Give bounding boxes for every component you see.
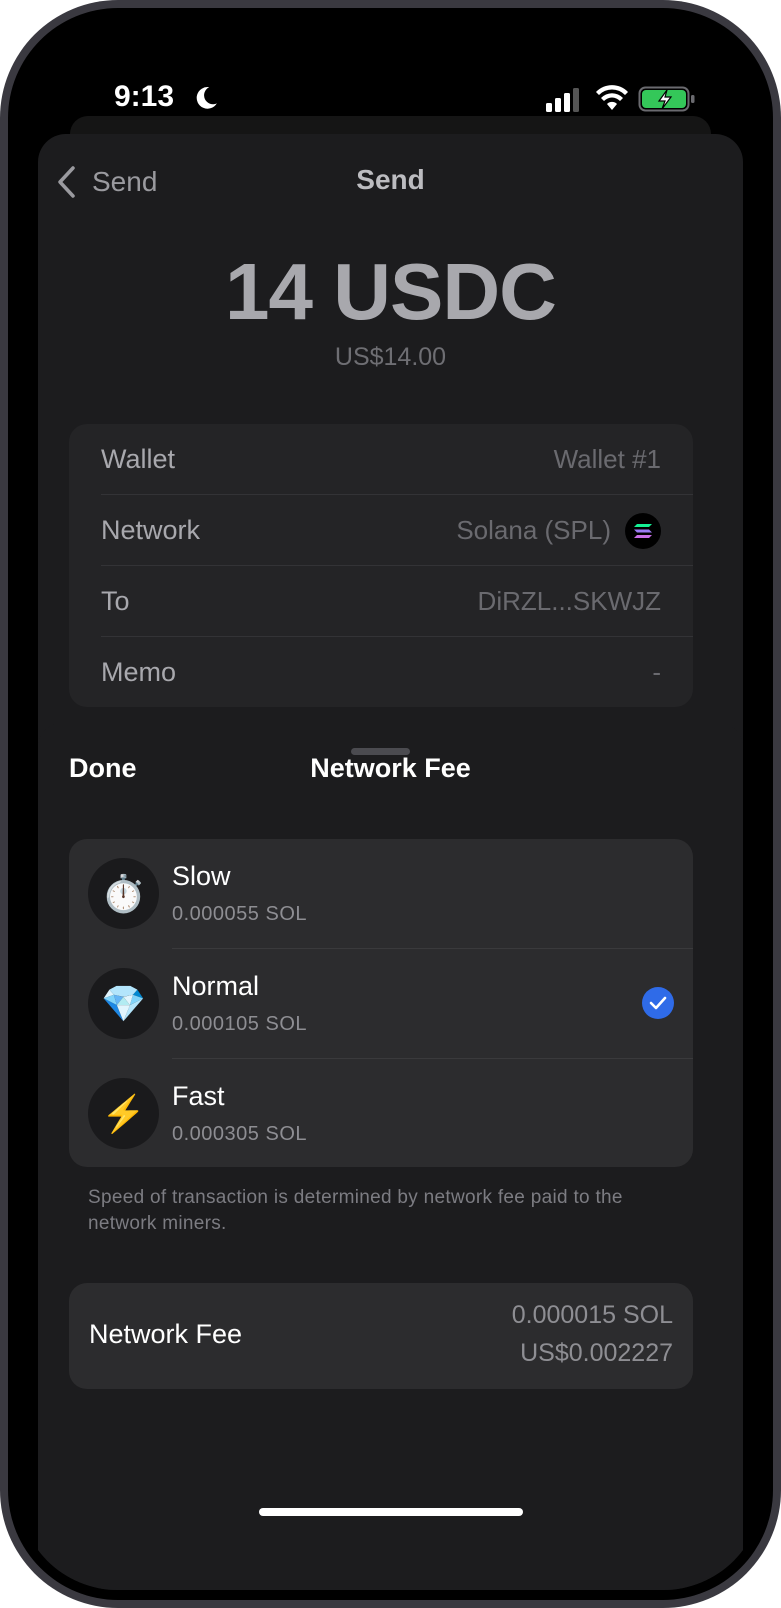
stopwatch-icon: ⏱️ — [88, 858, 159, 929]
detail-label: Network — [101, 515, 201, 545]
detail-value: DiRZL...SKWJZ — [477, 586, 661, 616]
detail-value: Wallet #1 — [553, 444, 661, 474]
send-amount: 14 USDC — [225, 247, 557, 336]
checkmark-icon — [642, 987, 674, 1019]
home-indicator[interactable] — [259, 1508, 523, 1516]
fee-option-name: Fast — [172, 1081, 225, 1111]
network-fee-summary: Network Fee 0.000015 SOL US$0.002227 — [69, 1283, 693, 1389]
cellular-signal-icon — [546, 88, 579, 112]
screen: 9:13 Send Send 14 USDC US$14.00 Wallet W… — [18, 18, 763, 1590]
detail-row-wallet: Wallet Wallet #1 — [101, 424, 661, 495]
detail-row-network: Network Solana (SPL) — [101, 495, 661, 566]
moon-icon — [196, 87, 217, 109]
detail-row-to: To DiRZL...SKWJZ — [101, 566, 661, 637]
send-amount-fiat: US$14.00 — [334, 343, 447, 371]
fee-option-amount: 0.000055 SOL — [172, 903, 307, 925]
gem-icon: 💎 — [88, 968, 159, 1039]
transaction-details: Wallet Wallet #1 Network Solana (SPL) To… — [69, 424, 693, 707]
lightning-icon: ⚡ — [88, 1078, 159, 1149]
battery-charging-icon — [638, 86, 695, 112]
fee-option-slow[interactable]: ⏱️ Slow 0.000055 SOL — [69, 839, 693, 948]
network-fee-sol: 0.000015 SOL — [511, 1301, 673, 1329]
fee-option-amount: 0.000305 SOL — [172, 1123, 307, 1145]
detail-value: Solana (SPL) — [456, 515, 611, 545]
detail-label: Memo — [101, 657, 177, 687]
detail-label: To — [101, 586, 130, 616]
fee-options-list: ⏱️ Slow 0.000055 SOL 💎 Normal 0.000105 S… — [69, 839, 693, 1167]
fee-hint-text: Speed of transaction is determined by ne… — [88, 1187, 623, 1234]
page-title: Send — [356, 164, 425, 195]
fee-option-amount: 0.000105 SOL — [172, 1013, 307, 1035]
fee-option-normal[interactable]: 💎 Normal 0.000105 SOL — [69, 949, 693, 1058]
network-fee-usd: US$0.002227 — [520, 1339, 673, 1367]
wifi-icon — [596, 85, 628, 110]
solana-logo-icon — [625, 512, 661, 549]
fee-option-name: Normal — [172, 971, 260, 1001]
detail-value: - — [652, 657, 661, 687]
sheet-title: Network Fee — [310, 753, 471, 783]
status-time: 9:13 — [114, 80, 175, 113]
fee-option-fast[interactable]: ⚡ Fast 0.000305 SOL — [69, 1059, 693, 1168]
detail-label: Wallet — [101, 444, 176, 474]
fee-option-name: Slow — [172, 861, 231, 891]
detail-row-memo: Memo - — [101, 637, 661, 708]
network-fee-label: Network Fee — [89, 1319, 243, 1349]
